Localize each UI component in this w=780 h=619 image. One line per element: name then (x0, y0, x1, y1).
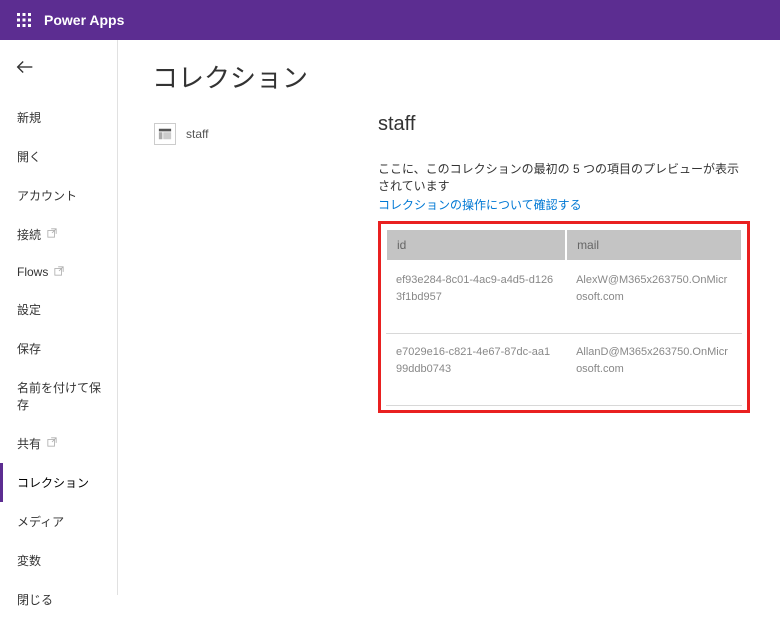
sidebar-item-label: 新規 (17, 109, 41, 126)
main-content: コレクション staff staff ここに、このコレクションの最初の 5 つの… (118, 40, 780, 595)
table-header-row: id mail (386, 229, 742, 261)
table-row: ef93e284-8c01-4ac9-a4d5-d1263f1bd957Alex… (386, 261, 742, 334)
sidebar-item-6[interactable]: 保存 (0, 329, 117, 368)
sidebar: 新規開くアカウント接続 Flows 設定保存名前を付けて保存共有コレクションメディア… (0, 40, 118, 595)
sidebar-item-5[interactable]: 設定 (0, 290, 117, 329)
sidebar-item-label: メディア (17, 513, 64, 530)
back-button[interactable] (0, 50, 117, 98)
collection-item-label: staff (186, 127, 208, 141)
external-icon (47, 228, 57, 241)
sidebar-item-0[interactable]: 新規 (0, 98, 117, 137)
sidebar-item-label: 変数 (17, 552, 41, 569)
app-header: Power Apps (0, 0, 780, 40)
sidebar-item-8[interactable]: 共有 (0, 424, 117, 463)
page-title: コレクション (152, 58, 750, 95)
collection-detail-title: staff (378, 113, 750, 136)
sidebar-item-7[interactable]: 名前を付けて保存 (0, 368, 117, 424)
sidebar-item-10[interactable]: メディア (0, 502, 117, 541)
sidebar-item-label: 共有 (17, 435, 41, 452)
sidebar-item-2[interactable]: アカウント (0, 176, 117, 215)
cell-id: e7029e16-c821-4e67-87dc-aa199ddb0743 (386, 334, 566, 406)
collection-detail: staff ここに、このコレクションの最初の 5 つの項目のプレビューが表示され… (378, 113, 750, 413)
cell-mail: AlexW@M365x263750.OnMicrosoft.com (566, 261, 742, 334)
sidebar-item-11[interactable]: 変数 (0, 541, 117, 580)
sidebar-item-label: 保存 (17, 340, 41, 357)
sidebar-item-label: 名前を付けて保存 (17, 379, 103, 413)
collection-item-staff[interactable]: staff (148, 113, 348, 155)
sidebar-item-label: 閉じる (17, 591, 53, 608)
sidebar-item-12[interactable]: 閉じる (0, 580, 117, 619)
cell-mail: AllanD@M365x263750.OnMicrosoft.com (566, 334, 742, 406)
sidebar-item-label: 設定 (17, 301, 41, 318)
sidebar-item-label: Flows (17, 265, 48, 279)
sidebar-item-label: 開く (17, 148, 41, 165)
sidebar-item-3[interactable]: 接続 (0, 215, 117, 254)
table-row: e7029e16-c821-4e67-87dc-aa199ddb0743Alla… (386, 334, 742, 406)
sidebar-item-4[interactable]: Flows (0, 254, 117, 290)
app-title: Power Apps (44, 12, 124, 28)
external-icon (47, 437, 57, 450)
sidebar-item-1[interactable]: 開く (0, 137, 117, 176)
cell-id: ef93e284-8c01-4ac9-a4d5-d1263f1bd957 (386, 261, 566, 334)
table-icon (154, 123, 176, 145)
sidebar-item-label: コレクション (17, 474, 89, 491)
sidebar-item-label: アカウント (17, 187, 77, 204)
preview-table-highlight: id mail ef93e284-8c01-4ac9-a4d5-d1263f1b… (378, 221, 750, 413)
app-launcher-icon[interactable] (8, 4, 40, 36)
preview-table: id mail ef93e284-8c01-4ac9-a4d5-d1263f1b… (385, 228, 743, 406)
column-header-mail: mail (566, 229, 742, 261)
column-header-id: id (386, 229, 566, 261)
sidebar-item-label: 接続 (17, 226, 41, 243)
preview-description: ここに、このコレクションの最初の 5 つの項目のプレビューが表示されています (378, 160, 750, 194)
external-icon (54, 266, 64, 279)
help-link[interactable]: コレクションの操作について確認する (378, 196, 582, 213)
collection-list: staff (148, 113, 348, 413)
sidebar-item-9[interactable]: コレクション (0, 463, 117, 502)
